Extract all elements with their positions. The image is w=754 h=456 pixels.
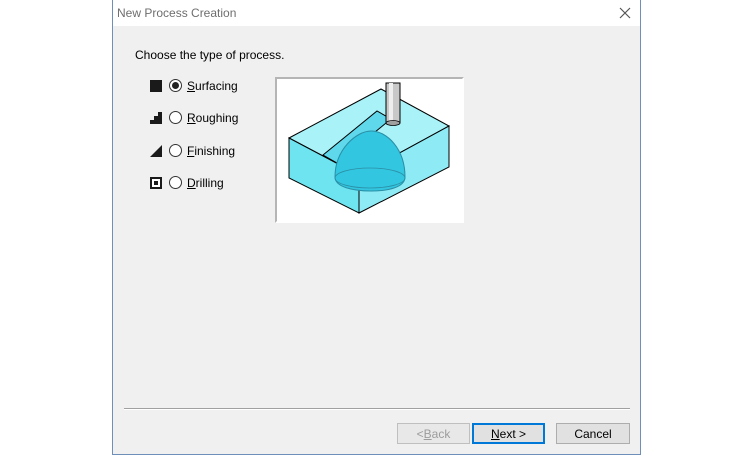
close-button[interactable] xyxy=(610,0,640,26)
option-drilling[interactable]: Drilling xyxy=(150,175,260,191)
surfacing-label[interactable]: Surfacing xyxy=(187,79,238,93)
option-surfacing[interactable]: Surfacing xyxy=(150,78,260,94)
roughing-label[interactable]: Roughing xyxy=(187,111,238,125)
surfacing-radio[interactable] xyxy=(169,79,182,92)
hole-square-icon xyxy=(150,177,162,189)
option-finishing[interactable]: Finishing xyxy=(150,143,260,159)
drilling-label[interactable]: Drilling xyxy=(187,176,224,190)
back-button[interactable]: < Back xyxy=(397,423,470,444)
stair-step-icon xyxy=(150,112,162,124)
drilling-radio[interactable] xyxy=(169,176,182,189)
button-separator xyxy=(124,408,630,410)
process-preview-image xyxy=(275,77,464,223)
finishing-radio[interactable] xyxy=(169,144,182,157)
title-bar: New Process Creation xyxy=(113,0,640,26)
option-roughing[interactable]: Roughing xyxy=(150,110,260,126)
next-button[interactable]: Next > xyxy=(472,423,545,444)
ramp-triangle-icon xyxy=(150,145,162,157)
filled-square-icon xyxy=(150,80,162,92)
process-type-prompt: Choose the type of process. xyxy=(135,48,285,62)
close-icon xyxy=(619,7,631,19)
new-process-dialog: New Process Creation Choose the type of … xyxy=(112,0,641,455)
window-title: New Process Creation xyxy=(117,6,237,20)
surfacing-illustration xyxy=(287,82,451,214)
cancel-button[interactable]: Cancel xyxy=(556,423,630,444)
roughing-radio[interactable] xyxy=(169,111,182,124)
finishing-label[interactable]: Finishing xyxy=(187,144,235,158)
